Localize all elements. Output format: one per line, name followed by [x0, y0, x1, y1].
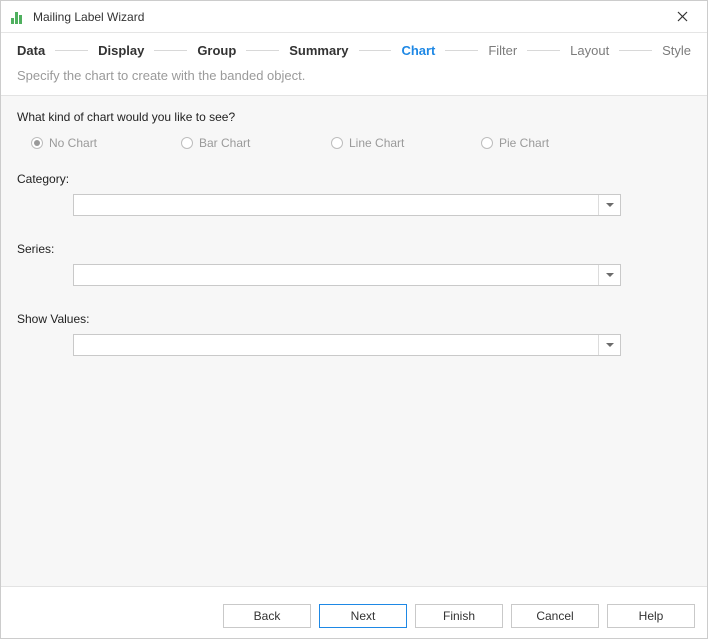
- help-button[interactable]: Help: [607, 604, 695, 628]
- radio-bar-chart[interactable]: Bar Chart: [181, 136, 331, 150]
- cancel-button[interactable]: Cancel: [511, 604, 599, 628]
- chevron-down-icon: [598, 195, 620, 215]
- category-combo[interactable]: [73, 194, 621, 216]
- window-title: Mailing Label Wizard: [33, 10, 667, 24]
- close-icon: [677, 11, 688, 22]
- page-subtitle: Specify the chart to create with the ban…: [1, 66, 707, 95]
- titlebar: Mailing Label Wizard: [1, 1, 707, 33]
- radio-label: Pie Chart: [499, 136, 549, 150]
- radio-no-chart[interactable]: No Chart: [31, 136, 181, 150]
- series-label: Series:: [17, 242, 691, 256]
- radio-line-chart[interactable]: Line Chart: [331, 136, 481, 150]
- finish-button[interactable]: Finish: [415, 604, 503, 628]
- radio-icon: [31, 137, 43, 149]
- step-summary[interactable]: Summary: [289, 43, 348, 58]
- step-style[interactable]: Style: [662, 43, 691, 58]
- radio-label: Line Chart: [349, 136, 404, 150]
- radio-label: Bar Chart: [199, 136, 250, 150]
- radio-label: No Chart: [49, 136, 97, 150]
- chevron-down-icon: [598, 265, 620, 285]
- radio-pie-chart[interactable]: Pie Chart: [481, 136, 631, 150]
- step-display[interactable]: Display: [98, 43, 144, 58]
- category-label: Category:: [17, 172, 691, 186]
- main-panel: What kind of chart would you like to see…: [1, 95, 707, 587]
- radio-icon: [331, 137, 343, 149]
- step-separator: [246, 50, 279, 51]
- step-separator: [527, 50, 560, 51]
- step-group[interactable]: Group: [197, 43, 236, 58]
- series-combo[interactable]: [73, 264, 621, 286]
- chart-type-radios: No Chart Bar Chart Line Chart Pie Chart: [31, 136, 691, 150]
- step-separator: [619, 50, 652, 51]
- step-nav: Data Display Group Summary Chart Filter …: [1, 33, 707, 66]
- step-separator: [154, 50, 187, 51]
- step-filter[interactable]: Filter: [488, 43, 517, 58]
- show-values-field-group: Show Values:: [17, 312, 691, 356]
- step-separator: [445, 50, 478, 51]
- button-bar: Back Next Finish Cancel Help: [1, 594, 707, 638]
- step-chart[interactable]: Chart: [401, 43, 435, 58]
- step-separator: [55, 50, 88, 51]
- category-field-group: Category:: [17, 172, 691, 216]
- chevron-down-icon: [598, 335, 620, 355]
- chart-question: What kind of chart would you like to see…: [17, 110, 691, 124]
- step-separator: [359, 50, 392, 51]
- show-values-combo[interactable]: [73, 334, 621, 356]
- show-values-label: Show Values:: [17, 312, 691, 326]
- app-icon: [11, 10, 25, 24]
- series-field-group: Series:: [17, 242, 691, 286]
- step-data[interactable]: Data: [17, 43, 45, 58]
- radio-icon: [481, 137, 493, 149]
- step-layout[interactable]: Layout: [570, 43, 609, 58]
- back-button[interactable]: Back: [223, 604, 311, 628]
- close-button[interactable]: [667, 3, 697, 31]
- radio-icon: [181, 137, 193, 149]
- next-button[interactable]: Next: [319, 604, 407, 628]
